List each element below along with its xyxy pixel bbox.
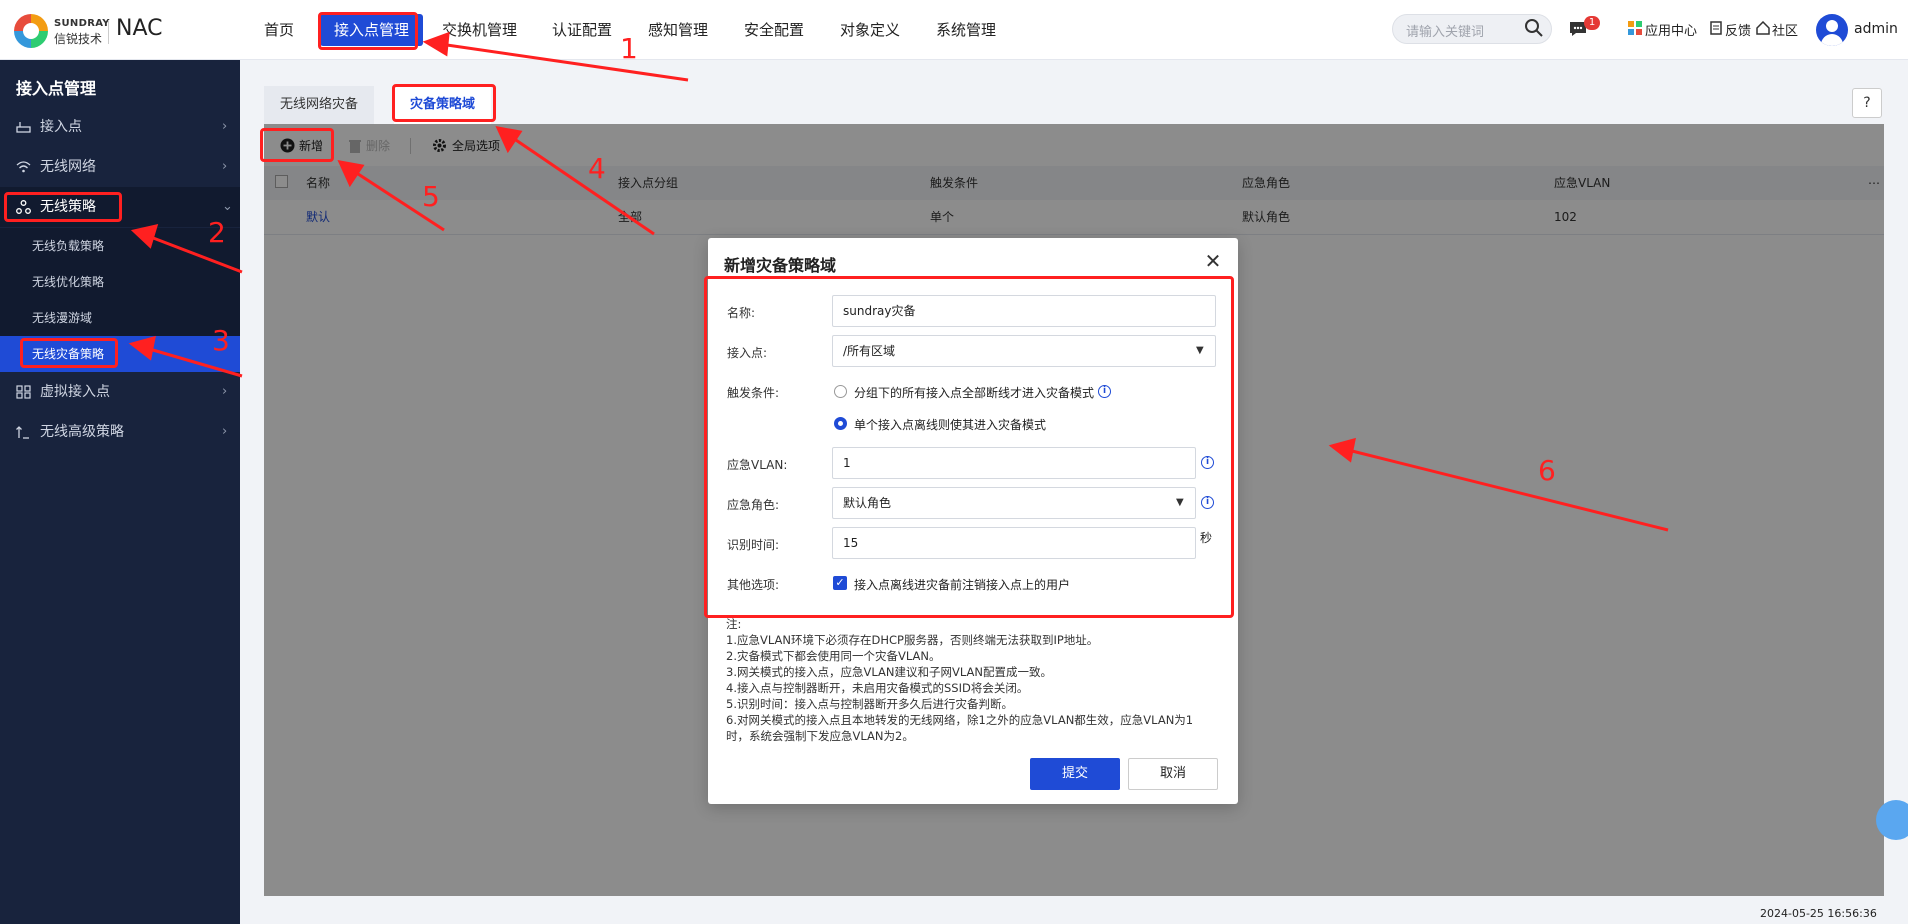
app-center-icon [1628,21,1642,35]
feedback-icon [1710,21,1722,35]
sidebar-item-label: 无线网络 [40,159,96,175]
annotation-box-5 [260,128,334,162]
annotation-number-5: 5 [422,180,440,213]
annotation-box-4 [392,84,496,122]
footer-datetime: 2024-05-25 16:56:36 [1760,907,1877,920]
username[interactable]: admin [1854,21,1898,37]
sidebar-item-wireless-network[interactable]: 无线网络 › [0,147,240,187]
help-icon[interactable]: ? [1852,88,1882,118]
cancel-button[interactable]: 取消 [1128,758,1218,790]
note-line: 时，系统会强制下发应急VLAN为2。 [726,729,914,743]
nav-system[interactable]: 系统管理 [936,14,996,46]
note-line: 5.识别时间：接入点与控制器断开多久后进行灾备判断。 [726,697,1013,711]
chevron-right-icon: › [222,119,228,134]
sundray-logo-icon [14,14,48,48]
note-line: 注: [726,617,742,631]
nav-auth-config[interactable]: 认证配置 [552,14,612,46]
sidebar-item-advanced-policy[interactable]: 无线高级策略 › [0,412,240,452]
wifi-icon [16,161,31,173]
annotation-box-2 [4,192,122,222]
message-badge: 1 [1584,16,1600,30]
note-line: 1.应急VLAN环境下必须存在DHCP服务器，否则终端无法获取到IP地址。 [726,633,1099,647]
submit-button[interactable]: 提交 [1030,758,1120,790]
search-icon[interactable] [1524,18,1544,38]
dialog-title: 新增灾备策略域 [724,256,837,275]
chevron-right-icon: › [222,159,228,174]
annotation-number-6: 6 [1538,454,1556,487]
sidebar-item-label: 虚拟接入点 [40,384,110,400]
annotation-number-4: 4 [588,152,606,185]
nav-perception[interactable]: 感知管理 [648,14,708,46]
logo-text-en: SUNDRAY [54,18,110,29]
tab-wireless-disaster[interactable]: 无线网络灾备 [264,86,375,124]
logo-text-cn: 信锐技术 [54,32,103,46]
community-icon [1756,21,1770,35]
close-icon[interactable]: ✕ [1202,250,1224,272]
note-line: 4.接入点与控制器断开，未启用灾备模式的SSID将会关闭。 [726,681,1029,695]
annotation-box-1 [318,12,418,50]
sidebar-item-ap[interactable]: 接入点 › [0,107,240,147]
annotation-box-6 [704,276,1234,618]
app-center-link[interactable]: 应用中心 [1645,20,1697,39]
sidebar-sub-roaming-domain[interactable]: 无线漫游域 [0,300,240,336]
sidebar-item-label: 接入点 [40,119,82,135]
nav-objects[interactable]: 对象定义 [840,14,900,46]
nav-home[interactable]: 首页 [264,14,294,46]
note-line: 2.灾备模式下都会使用同一个灾备VLAN。 [726,649,941,663]
sidebar-sub-load-policy[interactable]: 无线负载策略 [0,228,240,264]
annotation-number-1: 1 [620,32,638,65]
user-avatar[interactable] [1816,14,1848,46]
sidebar-item-virtual-ap[interactable]: 虚拟接入点 › [0,372,240,412]
chevron-right-icon: › [222,384,228,399]
router-icon [16,122,31,133]
product-name: NAC [116,16,163,41]
advanced-icon [16,426,29,439]
search-placeholder: 请输入关键词 [1406,25,1485,40]
note-line: 6.对网关模式的接入点且本地转发的无线网络，除1之外的应急VLAN都生效，应急V… [726,713,1194,727]
annotation-number-3: 3 [212,324,230,357]
feedback-link[interactable]: 反馈 [1725,20,1751,39]
community-link[interactable]: 社区 [1772,20,1798,39]
sidebar-title: 接入点管理 [16,79,97,98]
note-line: 3.网关模式的接入点，应急VLAN建议和子网VLAN配置成一致。 [726,665,1052,679]
annotation-box-3 [20,338,118,368]
nav-security[interactable]: 安全配置 [744,14,804,46]
annotation-number-2: 2 [208,216,226,249]
nav-switch-management[interactable]: 交换机管理 [442,14,517,46]
logo-divider [108,20,109,44]
chevron-right-icon: › [222,424,228,439]
virtual-ap-icon [16,385,31,399]
assistant-icon[interactable] [1876,800,1908,840]
sidebar-sub-optimize-policy[interactable]: 无线优化策略 [0,264,240,300]
sidebar-item-label: 无线高级策略 [40,424,124,440]
